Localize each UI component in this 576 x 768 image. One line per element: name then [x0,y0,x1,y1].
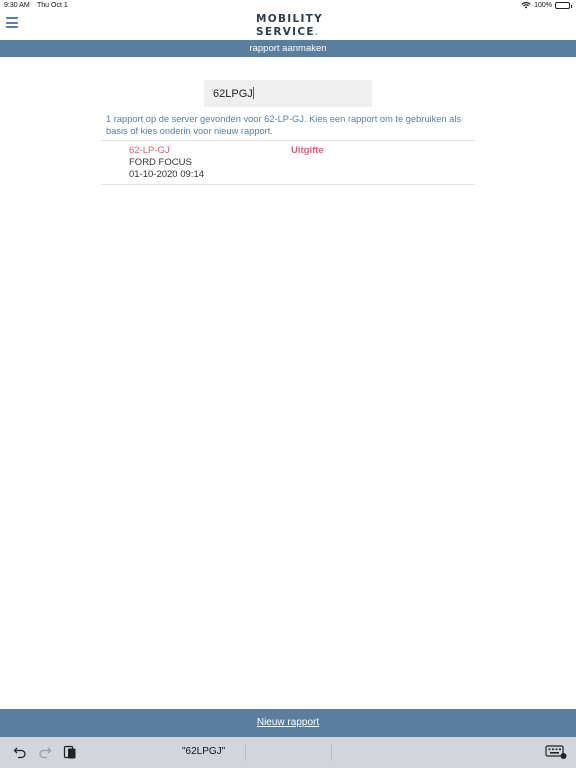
redo-icon[interactable] [38,745,52,759]
keyboard-shortcut-bar: "62LPGJ" [0,737,576,768]
license-plate-value: 62LPGJ [213,88,253,100]
report-datetime: 01-10-2020 09:14 [129,169,205,180]
wifi-icon [521,2,531,9]
suggestion-divider [245,744,246,761]
app-header: MOBILITY SERVICE. [0,12,576,40]
battery-percent: 100% [534,1,552,9]
report-vehicle: FORD FOCUS [129,157,192,168]
report-list-item[interactable]: 62-LP-GJ Uitgifte FORD FOCUS 01-10-2020 … [101,141,475,184]
logo-line-1: MOBILITY [256,13,324,25]
status-time: 9:30 AM [4,2,30,9]
undo-icon[interactable] [13,745,27,759]
bottom-bar: Nieuw rapport [0,709,576,737]
autocorrect-suggestion[interactable]: "62LPGJ" [182,746,225,757]
logo-line-2: SERVICE [256,26,315,38]
report-plate: 62-LP-GJ [129,145,170,156]
status-date: Thu Oct 1 [37,2,68,9]
report-type: Uitgifte [291,145,324,156]
report-list: 62-LP-GJ Uitgifte FORD FOCUS 01-10-2020 … [101,140,475,185]
license-plate-input[interactable]: 62LPGJ [204,80,372,107]
menu-icon[interactable] [6,17,18,28]
app-logo: MOBILITY SERVICE. [256,13,326,40]
search-result-message: 1 rapport op de server gevonden voor 62-… [106,114,462,136]
battery-icon [555,1,572,9]
new-report-link[interactable]: Nieuw rapport [0,717,576,728]
suggestion-divider [331,744,332,761]
keyboard-hide-icon[interactable] [545,745,567,759]
page-title: rapport aanmaken [0,40,576,57]
paste-icon[interactable] [63,744,77,760]
status-bar: 9:30 AM Thu Oct 1 100% [0,0,576,12]
status-right: 100% [521,1,572,9]
text-cursor [252,87,255,99]
